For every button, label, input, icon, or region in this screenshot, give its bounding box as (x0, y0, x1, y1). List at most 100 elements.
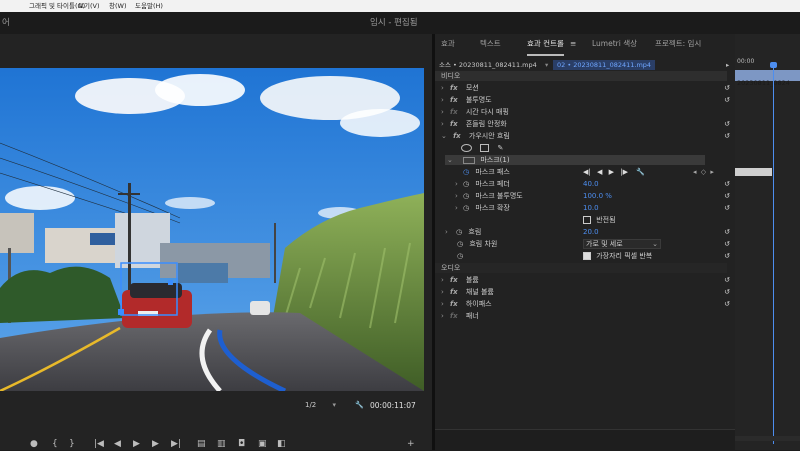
timeline-scrollbar[interactable] (735, 436, 800, 441)
effect-row-panner[interactable]: › fx 패너 (435, 311, 479, 321)
next-keyframe-icon[interactable]: ▸ (710, 168, 714, 176)
reset-icon[interactable]: ↺ (723, 131, 731, 141)
reset-icon[interactable]: ↺ (723, 251, 731, 261)
stopwatch-icon[interactable]: ◷ (457, 240, 463, 248)
mask-expansion-row[interactable]: › ◷ 마스크 확장 10.0 (435, 203, 599, 213)
tab-text[interactable]: 텍스트 (480, 34, 501, 54)
tab-effects[interactable]: 효과 (441, 34, 455, 54)
comparison-view-icon[interactable]: ◧ (277, 438, 286, 450)
effect-row-time-remap[interactable]: › fx 시간 다시 매핑 (435, 107, 509, 117)
mask-opacity-row[interactable]: › ◷ 마스크 불투명도 100.0 % (435, 191, 612, 201)
reset-icon[interactable]: ↺ (723, 191, 731, 201)
add-keyframe-icon[interactable]: ◇ (701, 168, 706, 176)
reset-icon[interactable]: ↺ (723, 299, 731, 309)
mask-handle[interactable] (168, 280, 173, 285)
stopwatch-icon[interactable]: ◷ (463, 192, 469, 200)
menu-window[interactable]: 창(W) (109, 0, 126, 12)
repeat-edge-control[interactable]: 가장자리 픽셀 반복 (583, 251, 652, 261)
reset-icon[interactable]: ↺ (723, 179, 731, 189)
reset-icon[interactable]: ↺ (723, 227, 731, 237)
video-frame[interactable] (0, 68, 424, 391)
playhead-timecode[interactable]: 00:00:11:07 (370, 401, 416, 410)
mask-header-row[interactable]: ⌄ 마스크(1) (445, 155, 705, 165)
menu-graphics[interactable]: 그래픽 및 타이틀(G) (29, 0, 85, 12)
effect-row-volume[interactable]: › fx 볼륨 (435, 275, 479, 285)
reset-icon[interactable]: ↺ (723, 203, 731, 213)
reset-icon[interactable]: ↺ (723, 239, 731, 249)
prev-keyframe-icon[interactable]: ◂ (693, 168, 697, 176)
effect-row-opacity[interactable]: › fx 불투명도 (435, 95, 492, 105)
chevron-down-icon[interactable]: ▾ (545, 60, 548, 70)
fx-icon: fx (450, 96, 458, 104)
playhead-line[interactable] (773, 64, 774, 444)
effect-row-motion[interactable]: › fx 모션 (435, 83, 479, 93)
ellipse-mask-icon[interactable] (461, 144, 472, 152)
mark-out-icon[interactable]: } (69, 438, 75, 450)
camera-icon[interactable]: ◘ (238, 438, 245, 450)
stopwatch-icon[interactable]: ◷ (456, 228, 462, 236)
step-back-icon[interactable]: ◀ (114, 438, 121, 450)
track-back-frame-icon[interactable]: ◀| (583, 168, 591, 176)
go-to-in-icon[interactable]: |◀ (94, 438, 104, 450)
playhead-handle[interactable] (770, 62, 777, 68)
menu-view[interactable]: 보기(V) (78, 0, 99, 12)
blur-row[interactable]: › ◷ 흐림 20.0 (435, 227, 599, 237)
repeat-edge-row[interactable]: ◷ 가장자리 픽셀 반복 (435, 251, 652, 261)
mask-path-row[interactable]: ◷ 마스크 패스 (435, 167, 510, 177)
keyframe-bar[interactable] (735, 168, 772, 176)
reset-icon[interactable]: ↺ (723, 83, 731, 93)
tab-effect-controls[interactable]: 효과 컨트롤 (527, 34, 564, 56)
tab-lumetri[interactable]: Lumetri 색상 (592, 34, 637, 54)
param-value[interactable]: 100.0 % (583, 191, 612, 201)
stopwatch-icon[interactable]: ◷ (463, 180, 469, 188)
effect-row-highpass[interactable]: › fx 하이패스 (435, 299, 492, 309)
stopwatch-icon[interactable]: ◷ (463, 204, 469, 212)
menu-help[interactable]: 도움말(H) (135, 0, 163, 12)
param-value[interactable]: 20.0 (583, 227, 599, 237)
play-icon[interactable]: ▶ (133, 438, 140, 450)
reset-icon[interactable]: ↺ (723, 287, 731, 297)
add-button-icon[interactable]: + (407, 438, 415, 450)
pen-icon[interactable]: ✎ (497, 144, 503, 152)
mask-handle[interactable] (118, 309, 124, 315)
rectangle-mask-icon[interactable] (480, 144, 490, 152)
blur-dimensions-row[interactable]: ◷ 흐림 차원 가로 및 세로 ⌄ (435, 239, 661, 249)
track-forward-icon[interactable]: ▶ (609, 168, 614, 176)
reset-icon[interactable]: ↺ (723, 95, 731, 105)
wrench-icon[interactable]: 🔧 (636, 168, 645, 176)
mask-feather-row[interactable]: › ◷ 마스크 페더 40.0 (435, 179, 599, 189)
timeline-clip[interactable]: 20230811_0824 (735, 70, 800, 87)
checkbox-checked[interactable] (583, 252, 591, 260)
zoom-select[interactable]: 1/2 ▾ (305, 401, 336, 409)
video-section-label: 비디오 (441, 72, 461, 80)
inverted-row[interactable]: 반전됨 (583, 215, 616, 225)
tab-menu-icon[interactable]: ≡ (570, 34, 576, 54)
reset-icon[interactable]: ↺ (723, 119, 731, 129)
blur-dimensions-select[interactable]: 가로 및 세로 ⌄ (583, 239, 661, 249)
play-icon[interactable]: ▸ (726, 60, 729, 70)
repeat-edge-label: 가장자리 픽셀 반복 (596, 252, 653, 260)
track-forward-frame-icon[interactable]: |▶ (620, 168, 628, 176)
stopwatch-icon[interactable]: ◷ (463, 168, 469, 176)
tab-project[interactable]: 프로젝트: 임시 (655, 34, 701, 54)
marker-icon[interactable]: ● (30, 438, 38, 450)
inverted-label: 반전됨 (596, 216, 616, 224)
effect-row-warp-stabilizer[interactable]: › fx 흔들림 안정화 (435, 119, 507, 129)
effect-row-channel-volume[interactable]: › fx 채널 볼륨 (435, 287, 494, 297)
wrench-icon[interactable]: 🔧 (355, 401, 364, 409)
button-editor-icon[interactable]: ▣ (258, 438, 267, 450)
go-to-out-icon[interactable]: ▶| (171, 438, 181, 450)
stopwatch-icon[interactable]: ◷ (457, 252, 463, 260)
mark-in-icon[interactable]: { (52, 438, 58, 450)
effect-timeline[interactable]: 00:00 20230811_0824 (735, 34, 800, 450)
step-forward-icon[interactable]: ▶ (152, 438, 159, 450)
param-value[interactable]: 40.0 (583, 179, 599, 189)
clip-label[interactable]: 02 • 20230811_082411.mp4 (553, 60, 656, 70)
track-back-icon[interactable]: ◀ (597, 168, 602, 176)
reset-icon[interactable]: ↺ (723, 275, 731, 285)
lift-icon[interactable]: ▤ (197, 438, 206, 450)
inverted-checkbox[interactable] (583, 216, 591, 224)
param-value[interactable]: 10.0 (583, 203, 599, 213)
extract-icon[interactable]: ▥ (217, 438, 226, 450)
effect-row-gaussian-blur[interactable]: ⌄ fx 가우시안 흐림 (435, 131, 510, 141)
